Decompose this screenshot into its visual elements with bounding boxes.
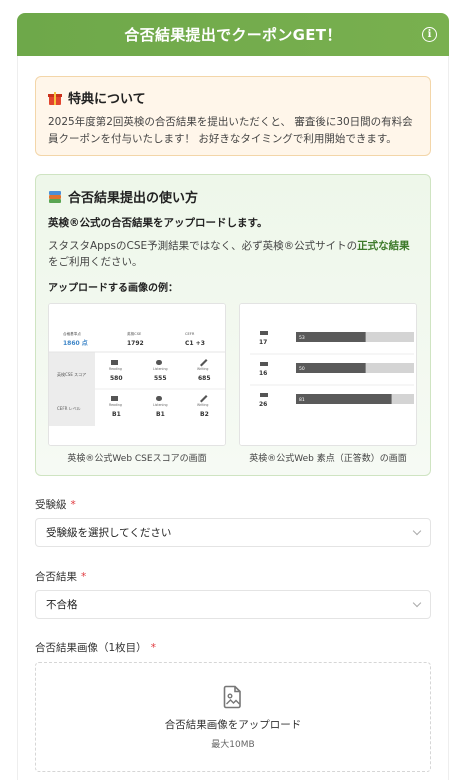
ex1-score: 685 [198,375,211,382]
example-image-raw-score: 17 53 16 50 26 81 [239,303,417,446]
page-header: 合否結果提出でクーポンGET！ i [17,13,449,56]
ex1-score: 555 [154,375,167,382]
benefit-text: 2025年度第2回英検の合否結果を提出いただくと、 審査後に30日間の有料会員ク… [48,116,413,145]
ex1-skill: Writing [197,403,208,407]
example1-caption: 英検®公式Web CSEスコアの画面 [67,454,207,464]
ex1-head-value: 1860 点 [63,339,88,347]
howto-lead: 英検®公式の合否結果をアップロードします。 [48,217,268,229]
howto-box: 合否結果提出の使い方 英検®公式の合否結果をアップロードします。 スタスタApp… [35,174,431,476]
ex1-head-label: 英検CSE [127,331,142,336]
ex2-count: 26 [259,401,267,408]
ex2-skill-icon [260,331,268,335]
chevron-down-icon [412,598,422,608]
required-mark: * [81,571,87,583]
example2-caption: 英検®公式Web 素点（正答数）の画面 [249,454,407,464]
result-label: 合否結果 * [35,571,87,583]
required-mark: * [70,499,76,511]
examples-label: アップロードする画像の例： [48,283,178,294]
benefit-title: 特典について [68,92,146,107]
ex1-head-value: C1 +3 [185,340,205,347]
ex1-skill: Writing [197,367,208,371]
ex1-row-label: 英検CSE スコア [57,371,86,377]
example-image-cse-score: 合格基準点 英検CSE CEFR 1860 点 1792 C1 +3 英検CSE… [48,303,226,446]
info-icon[interactable]: i [422,27,437,42]
ex2-count: 16 [259,370,267,377]
ex1-level: B1 [112,411,121,418]
ex2-bar-label: 53 [299,335,305,341]
ex2-bar-fill [296,332,366,342]
ex1-score: 580 [110,375,123,382]
ex1-level: B2 [200,411,209,418]
upload-max-size: 最大10MB [211,739,255,750]
ex2-count: 17 [259,339,267,346]
ex2-skill-icon [260,362,268,366]
upload-label: 合否結果画像をアップロード [164,718,302,731]
ex1-row-label: CEFR レベル [57,406,81,411]
grade-select[interactable]: 受験級を選択してください [35,518,431,547]
grade-select-value: 受験級を選択してください [46,527,172,539]
ex1-head-label: CEFR [185,332,195,336]
ex2-skill-icon [260,393,268,397]
howto-text: スタスタAppsのCSE予測結果ではなく、必ず英検®公式サイトの正式な結果をご利… [48,240,410,268]
result-select[interactable]: 不合格 [35,590,431,619]
ex1-skill: Listening [153,367,167,371]
official-result-emphasis: 正式な結果 [357,240,410,252]
gift-icon [48,91,62,105]
grade-label: 受験級 * [35,499,76,511]
ex1-skill: Reading [109,367,122,371]
required-mark: * [150,642,156,654]
ex1-head-label: 合格基準点 [63,331,81,336]
ex1-skill: Reading [109,403,122,407]
ex1-skill: Listening [153,403,167,407]
howto-title: 合否結果提出の使い方 [68,191,199,206]
ex1-level: B1 [156,411,165,418]
benefit-box: 特典について 2025年度第2回英検の合否結果を提出いただくと、 審査後に30日… [35,76,431,156]
image-upload-icon [223,685,241,708]
image-upload-area[interactable]: 合否結果画像をアップロード 最大10MB [35,662,431,772]
ex1-head-value: 1792 [127,340,144,347]
ex2-bar-label: 50 [299,366,305,372]
ex2-bar-fill [296,363,366,373]
books-icon [48,190,62,204]
chevron-down-icon [412,526,422,536]
header-title: 合否結果提出でクーポンGET！ [124,26,342,44]
ex2-bar-fill [296,394,392,404]
ex2-bar-label: 81 [299,397,305,403]
image-label: 合否結果画像（1枚目） * [35,642,156,654]
result-select-value: 不合格 [46,599,78,611]
